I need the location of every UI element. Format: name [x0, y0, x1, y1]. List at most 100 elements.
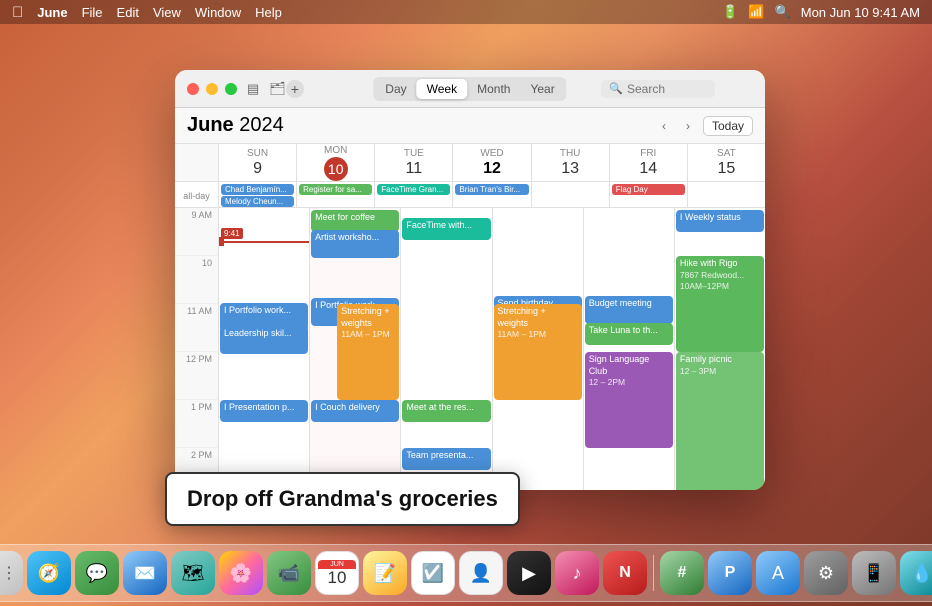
search-box[interactable]: 🔍 — [601, 80, 715, 98]
event-stretching-wed[interactable]: Stretching + weights 11AM – 1PM — [494, 304, 582, 400]
time-9am: 9 AM — [175, 208, 218, 256]
event-signlang-thu[interactable]: Sign Language Club 12 – 2PM — [585, 352, 673, 448]
tab-week[interactable]: Week — [417, 79, 467, 99]
day-col-sun: 9:41 I Portfolio work... Leadership skil… — [219, 208, 310, 490]
event-weekly-fri[interactable]: I Weekly status — [676, 210, 764, 232]
event-budget-thu[interactable]: Budget meeting — [585, 296, 673, 324]
notes-icon: 📝 — [374, 563, 396, 584]
time-gutter — [175, 144, 219, 181]
dock-item-iphone[interactable]: 📱 — [852, 551, 896, 595]
time-grid: 9 AM 10 11 AM 12 PM 1 PM 2 PM 3 PM 4 PM … — [175, 208, 765, 490]
dock-item-calendar[interactable]: JUN 10 — [315, 551, 359, 595]
event-tooltip: Drop off Grandma's groceries — [165, 472, 520, 526]
event-presentation-sun[interactable]: I Presentation p... — [220, 400, 308, 422]
day-header-wed[interactable]: WED 12 — [453, 144, 531, 181]
view-tabs: Day Week Month Year — [373, 77, 566, 101]
menu-help[interactable]: Help — [255, 5, 282, 20]
dock-item-numbers[interactable]: # — [660, 551, 704, 595]
dock-item-music[interactable]: ♪ — [555, 551, 599, 595]
event-facetime-tue[interactable]: FaceTime with... — [402, 218, 490, 240]
menu-file[interactable]: File — [82, 5, 103, 20]
allday-event-flagday[interactable]: Flag Day — [612, 184, 685, 195]
today-button[interactable]: Today — [703, 116, 753, 136]
event-picnic-fri[interactable]: Family picnic 12 – 3PM — [676, 352, 764, 490]
allday-event-melody[interactable]: Melody Cheun... — [221, 196, 294, 207]
dock-item-notes[interactable]: 📝 — [363, 551, 407, 595]
event-couch-mon[interactable]: I Couch delivery — [311, 400, 399, 422]
day-header-mon[interactable]: MON 10 — [297, 144, 375, 181]
messages-icon: 💬 — [86, 563, 108, 584]
search-icon[interactable]: 🔍 — [775, 4, 791, 20]
launchpad-icon: ⋮⋮ — [0, 563, 17, 583]
event-meet-res-tue[interactable]: Meet at the res... — [402, 400, 490, 422]
app-menu-calendar[interactable]: June — [37, 5, 67, 20]
add-event-button[interactable]: + — [286, 80, 304, 98]
dock-item-photos[interactable]: 🌸 — [219, 551, 263, 595]
event-coffee-mon[interactable]: Meet for coffee — [311, 210, 399, 232]
calendar-window: ▤ 🗂 + Day Week Month Year 🔍 June 2024 ‹ — [175, 70, 765, 490]
dock-item-maps[interactable]: 🗺 — [171, 551, 215, 595]
archive-icon[interactable]: 🗂 — [269, 81, 286, 97]
sidebar-toggle-icon[interactable]: ▤ — [247, 81, 259, 97]
allday-cell-tue: FaceTime Gran... — [375, 182, 453, 207]
allday-event-facetime[interactable]: FaceTime Gran... — [377, 184, 450, 195]
pages-icon: P — [725, 564, 736, 582]
allday-event-chad[interactable]: Chad Benjamín... — [221, 184, 294, 195]
day-header-sat[interactable]: SAT 15 — [688, 144, 765, 181]
news-icon: N — [619, 564, 631, 582]
maximize-button[interactable] — [225, 83, 237, 95]
allday-cell-sun: Chad Benjamín... Melody Cheun... — [219, 182, 297, 207]
dock-item-facetime[interactable]: 📹 — [267, 551, 311, 595]
day-header-sun[interactable]: SUN 9 — [219, 144, 297, 181]
event-teampresenta-tue[interactable]: Team presenta... — [402, 448, 490, 470]
dock-item-contacts[interactable]: 👤 — [459, 551, 503, 595]
window-titlebar: ▤ 🗂 + Day Week Month Year 🔍 — [175, 70, 765, 108]
next-arrow[interactable]: › — [679, 117, 697, 135]
allday-event-register[interactable]: Register for sa... — [299, 184, 372, 195]
dock-item-pages[interactable]: P — [708, 551, 752, 595]
allday-row: all-day Chad Benjamín... Melody Cheun...… — [175, 182, 765, 208]
event-artist-mon[interactable]: Artist worksho... — [311, 230, 399, 258]
tab-year[interactable]: Year — [520, 79, 564, 99]
screensaver-icon: 💧 — [911, 563, 932, 584]
menu-edit[interactable]: Edit — [117, 5, 139, 20]
maps-icon: 🗺 — [182, 563, 205, 584]
allday-event-brian[interactable]: Brian Tran's Bir... — [455, 184, 528, 195]
dock-item-reminders[interactable]: ☑️ — [411, 551, 455, 595]
tab-month[interactable]: Month — [467, 79, 520, 99]
event-leadership-sun[interactable]: Leadership skil... — [220, 326, 308, 354]
calendar-icon: JUN 10 — [318, 560, 356, 586]
day-col-wed: Send birthday... Stretching + weights 11… — [493, 208, 584, 490]
dock-item-messages[interactable]: 💬 — [75, 551, 119, 595]
reminders-icon: ☑️ — [422, 563, 444, 584]
event-stretching-mon[interactable]: Stretching + weights 11AM – 1PM — [337, 304, 399, 400]
prev-arrow[interactable]: ‹ — [655, 117, 673, 135]
dock-item-launchpad[interactable]: ⋮⋮ — [0, 551, 23, 595]
dock-item-appstore[interactable]: A — [756, 551, 800, 595]
dock-item-screensaver[interactable]: 💧 — [900, 551, 932, 595]
current-time-badge: 9:41 — [221, 228, 243, 239]
day-header-tue[interactable]: TUE 11 — [375, 144, 453, 181]
close-button[interactable] — [187, 83, 199, 95]
allday-cell-fri: Flag Day — [610, 182, 688, 207]
minimize-button[interactable] — [206, 83, 218, 95]
appstore-icon: A — [772, 563, 784, 584]
dock-item-systemprefs[interactable]: ⚙ — [804, 551, 848, 595]
event-luna-thu[interactable]: Take Luna to th... — [585, 323, 673, 345]
menu-window[interactable]: Window — [195, 5, 241, 20]
search-input[interactable] — [627, 82, 707, 96]
allday-cell-mon: Register for sa... — [297, 182, 375, 207]
day-header-thu[interactable]: THU 13 — [532, 144, 610, 181]
time-labels: 9 AM 10 11 AM 12 PM 1 PM 2 PM 3 PM 4 PM … — [175, 208, 219, 490]
iphone-icon: 📱 — [863, 563, 885, 584]
day-header-fri[interactable]: FRI 14 — [610, 144, 688, 181]
dock-item-safari[interactable]: 🧭 — [27, 551, 71, 595]
days-header: SUN 9 MON 10 TUE 11 WED 12 THU 13 FRI 14 — [175, 144, 765, 182]
menu-view[interactable]: View — [153, 5, 181, 20]
tab-day[interactable]: Day — [375, 79, 416, 99]
apple-menu[interactable]:  — [12, 4, 23, 21]
dock-item-news[interactable]: N — [603, 551, 647, 595]
dock-item-mail[interactable]: ✉️ — [123, 551, 167, 595]
dock-item-appletv[interactable]: ▶ — [507, 551, 551, 595]
event-hike-fri[interactable]: Hike with Rigo 7867 Redwood... 10AM–12PM — [676, 256, 764, 352]
